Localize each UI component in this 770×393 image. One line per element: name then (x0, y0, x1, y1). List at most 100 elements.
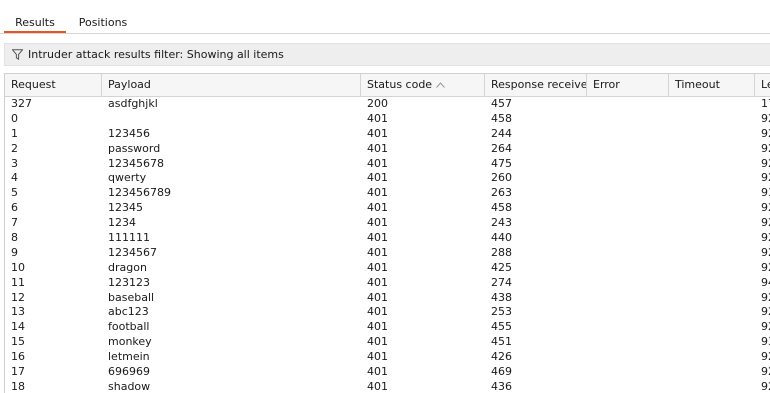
column-header-timeout[interactable]: Timeout (669, 74, 755, 96)
table-body: 327asdfghjkl2004571704014589211234564012… (5, 97, 770, 393)
column-header-error[interactable]: Error (587, 74, 669, 96)
column-header-payload[interactable]: Payload (102, 74, 361, 96)
cell-status-code: 401 (367, 320, 388, 334)
cell-length: 94 (761, 275, 770, 289)
cell-status-code: 401 (367, 126, 388, 140)
cell-request: 9 (11, 245, 18, 259)
cell-request: 2 (11, 141, 18, 155)
table-row[interactable]: 6 12345 401 458 92 (5, 201, 770, 216)
cell-length: 92 (761, 171, 770, 185)
cell-length: 92 (761, 320, 770, 334)
cell-status-code: 401 (367, 350, 388, 364)
cell-status-code: 401 (367, 260, 388, 274)
cell-request: 17 (11, 365, 25, 379)
cell-length: 92 (761, 201, 770, 215)
cell-request: 7 (11, 216, 18, 230)
table-row[interactable]: 0 401 458 92 (5, 112, 770, 127)
sort-ascending-icon (436, 82, 445, 88)
cell-payload: 123456789 (108, 186, 171, 200)
cell-payload: 1234 (108, 216, 136, 230)
cell-status-code: 401 (367, 216, 388, 230)
cell-response-received: 264 (491, 141, 512, 155)
table-row[interactable]: 327 asdfghjkl 200 457 17 (5, 97, 770, 112)
column-header-length[interactable]: Length (755, 74, 770, 96)
table-row[interactable]: 12 baseball 401 438 92 (5, 291, 770, 306)
cell-response-received: 457 (491, 97, 512, 110)
cell-response-received: 243 (491, 216, 512, 230)
cell-length: 92 (761, 156, 770, 170)
table-row[interactable]: 13 abc123 401 253 92 (5, 305, 770, 320)
cell-payload: password (108, 141, 161, 155)
cell-length: 92 (761, 379, 770, 393)
cell-payload: letmein (108, 350, 150, 364)
table-row[interactable]: 9 1234567 401 288 92 (5, 246, 770, 261)
cell-status-code: 401 (367, 275, 388, 289)
cell-request: 5 (11, 186, 18, 200)
cell-payload: 123123 (108, 275, 150, 289)
table-row[interactable]: 2 password 401 264 92 (5, 142, 770, 157)
column-header-status-code[interactable]: Status code (361, 74, 485, 96)
cell-status-code: 401 (367, 186, 388, 200)
cell-request: 4 (11, 171, 18, 185)
table-row[interactable]: 4 qwerty 401 260 92 (5, 171, 770, 186)
cell-length: 93 (761, 186, 770, 200)
cell-length: 92 (761, 365, 770, 379)
results-filter-bar[interactable]: Intruder attack results filter: Showing … (4, 43, 770, 66)
column-header-response-received[interactable]: Response received (485, 74, 587, 96)
cell-payload: qwerty (108, 171, 147, 185)
table-row[interactable]: 16 letmein 401 426 92 (5, 350, 770, 365)
results-table: Request Payload Status code Response rec… (4, 73, 770, 393)
cell-response-received: 274 (491, 275, 512, 289)
table-row[interactable]: 3 12345678 401 475 92 (5, 157, 770, 172)
cell-request: 3 (11, 156, 18, 170)
table-row[interactable]: 1 123456 401 244 92 (5, 127, 770, 142)
cell-response-received: 440 (491, 231, 512, 245)
table-row[interactable]: 8 111111 401 440 92 (5, 231, 770, 246)
cell-length: 92 (761, 290, 770, 304)
table-row[interactable]: 14 football 401 455 92 (5, 320, 770, 335)
cell-response-received: 458 (491, 201, 512, 215)
table-row[interactable]: 5 123456789 401 263 93 (5, 186, 770, 201)
cell-payload: 12345 (108, 201, 143, 215)
tab-results[interactable]: Results (4, 0, 66, 33)
cell-response-received: 469 (491, 365, 512, 379)
cell-response-received: 263 (491, 186, 512, 200)
cell-request: 18 (11, 379, 25, 393)
tab-bar: Results Positions (0, 0, 770, 34)
cell-request: 10 (11, 260, 25, 274)
table-row[interactable]: 17 696969 401 469 92 (5, 365, 770, 380)
cell-status-code: 200 (367, 97, 388, 110)
cell-payload: 1234567 (108, 245, 157, 259)
cell-length: 92 (761, 350, 770, 364)
cell-response-received: 455 (491, 320, 512, 334)
cell-payload: asdfghjkl (108, 97, 158, 110)
cell-request: 0 (11, 111, 18, 125)
cell-payload: abc123 (108, 305, 149, 319)
table-row[interactable]: 11 123123 401 274 94 (5, 276, 770, 291)
cell-payload: shadow (108, 379, 151, 393)
cell-status-code: 401 (367, 379, 388, 393)
table-row[interactable]: 18 shadow 401 436 92 (5, 380, 770, 393)
table-row[interactable]: 7 1234 401 243 92 (5, 216, 770, 231)
cell-response-received: 451 (491, 335, 512, 349)
cell-response-received: 260 (491, 171, 512, 185)
tab-positions[interactable]: Positions (72, 0, 134, 31)
table-row[interactable]: 15 monkey 401 451 93 (5, 335, 770, 350)
cell-length: 92 (761, 216, 770, 230)
cell-response-received: 436 (491, 379, 512, 393)
cell-status-code: 401 (367, 141, 388, 155)
cell-length: 92 (761, 260, 770, 274)
cell-response-received: 288 (491, 245, 512, 259)
cell-response-received: 244 (491, 126, 512, 140)
cell-request: 12 (11, 290, 25, 304)
column-header-request[interactable]: Request (5, 74, 102, 96)
cell-response-received: 458 (491, 111, 512, 125)
table-row[interactable]: 10 dragon 401 425 92 (5, 261, 770, 276)
cell-status-code: 401 (367, 201, 388, 215)
cell-length: 93 (761, 335, 770, 349)
cell-length: 92 (761, 231, 770, 245)
filter-funnel-icon (12, 49, 23, 60)
filter-label: Intruder attack results filter: Showing … (28, 48, 284, 61)
cell-request: 16 (11, 350, 25, 364)
cell-payload: football (108, 320, 150, 334)
